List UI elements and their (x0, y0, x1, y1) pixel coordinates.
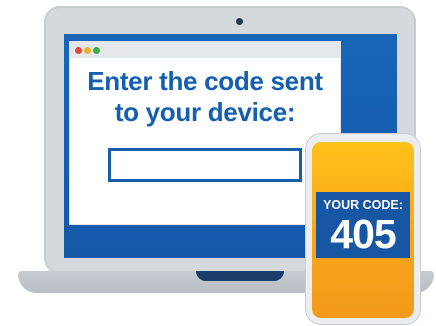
code-value: 405 (330, 211, 396, 257)
code-prompt-line-1: Enter the code sent (87, 66, 323, 96)
code-badge: YOUR CODE: 405 (316, 192, 410, 258)
code-label: YOUR CODE: (323, 198, 403, 212)
window-title-bar (70, 42, 340, 58)
code-prompt-line-2: to your device: (114, 97, 296, 127)
window-minimize-dot-icon[interactable] (84, 47, 91, 54)
laptop-camera (236, 18, 243, 25)
verification-illustration: Enter the code sent to your device: YOUR… (0, 0, 436, 326)
browser-window: Enter the code sent to your device: (70, 42, 340, 224)
window-maximize-dot-icon[interactable] (93, 47, 100, 54)
window-close-dot-icon[interactable] (75, 47, 82, 54)
laptop-base-notch (196, 271, 284, 281)
code-prompt: Enter the code sent to your device: (70, 66, 340, 128)
verification-code-input[interactable] (108, 148, 302, 182)
